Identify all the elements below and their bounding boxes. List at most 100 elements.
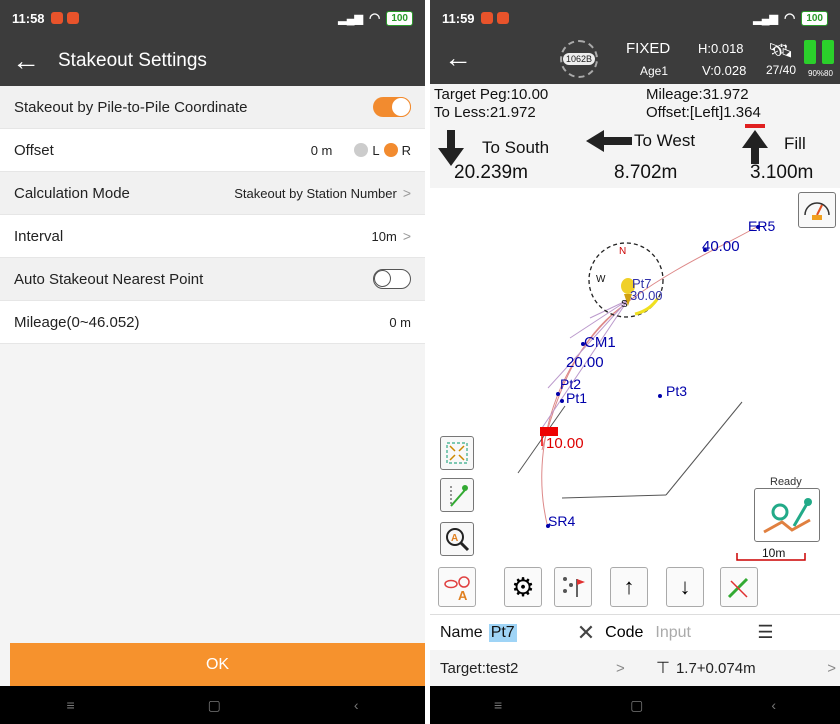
- direction-fill: Fill: [742, 124, 806, 164]
- back-icon[interactable]: ‹: [354, 697, 359, 713]
- auto-stakeout-toggle[interactable]: [373, 269, 411, 289]
- code-list-icon[interactable]: ☰: [757, 622, 773, 643]
- battery-icon: 100: [386, 10, 413, 26]
- battery-bar-icon: [822, 40, 834, 64]
- offset-value[interactable]: 0 m: [311, 143, 333, 158]
- mileage-row[interactable]: Mileage(0~46.052) 0 m: [0, 301, 425, 344]
- chevron-right-icon: >: [616, 659, 625, 677]
- level-gauge-button[interactable]: [798, 192, 836, 228]
- diff-age: Age1: [640, 64, 669, 78]
- point-label-pt1: Pt1: [566, 390, 588, 406]
- name-label: Name: [440, 623, 483, 641]
- back-icon[interactable]: ‹: [771, 697, 776, 713]
- compass-north: N: [619, 246, 627, 257]
- stakeout-settings-screen: 11:58 ▂▄▆ ◠ 100 ← Stakeout Settings Stak…: [0, 0, 425, 724]
- previous-point-button[interactable]: ↑: [610, 567, 648, 607]
- pile-to-pile-toggle[interactable]: [373, 97, 411, 117]
- status-time: 11:58: [12, 10, 45, 26]
- direction-west: To West: [586, 130, 695, 152]
- stake-pen-button[interactable]: [720, 567, 758, 607]
- page-title: Stakeout Settings: [58, 50, 207, 71]
- scale-label: 10m: [762, 546, 786, 560]
- calculation-mode-row[interactable]: Calculation Mode Stakeout by Station Num…: [0, 172, 425, 215]
- svg-text:A: A: [451, 533, 458, 544]
- clear-name-icon[interactable]: ✕: [577, 620, 595, 646]
- search-point-button[interactable]: A: [440, 522, 474, 556]
- solution-status: FIXED: [626, 40, 671, 57]
- point-select-button[interactable]: A: [438, 567, 476, 607]
- left-radio[interactable]: [354, 143, 369, 157]
- settings-button[interactable]: ⚙: [504, 567, 542, 607]
- status-bar: 11:58 ▂▄▆ ◠ 100: [0, 0, 425, 36]
- direction-south-label: To South: [482, 138, 550, 157]
- interval-row[interactable]: Interval 10m >: [0, 215, 425, 258]
- antenna-height-value[interactable]: 1.7+0.074m: [676, 660, 756, 677]
- arrow-up-fill-icon: [742, 124, 768, 164]
- right-radio-label: R: [401, 142, 411, 158]
- calculation-mode-label: Calculation Mode: [14, 184, 130, 202]
- polyline-segment: [665, 401, 743, 496]
- point-label-sr4: SR4: [548, 513, 576, 529]
- compass-west: W: [596, 274, 606, 285]
- notification-icon: [50, 12, 63, 24]
- stakeout-info-panel: Target Peg:10.00 To Less:21.972 Mileage:…: [430, 84, 840, 188]
- stake-points-button[interactable]: [554, 567, 592, 607]
- stakeout-screen: 11:59 ▂▄▆ ◠ 100 ← 1062B FIXED Age1 H:0.0…: [430, 0, 840, 724]
- satellite-icon: 🛰: [768, 40, 794, 62]
- station-label-40: 40.00: [702, 238, 740, 255]
- stakeout-map[interactable]: ER5 40.00 Pt7 30.00 N W S CM1 20.00 Pt2 …: [430, 188, 840, 614]
- to-less: To Less:21.972: [434, 104, 536, 121]
- target-bar: Target:test2 > ⊤ 1.7+0.074m >: [430, 650, 840, 686]
- chevron-right-icon: >: [402, 185, 411, 201]
- h-precision: H:0.018: [698, 41, 744, 56]
- zoom-extents-button[interactable]: [440, 436, 474, 470]
- status-bar: 11:59 ▂▄▆ ◠ 100: [430, 0, 840, 36]
- home-icon[interactable]: ▢: [208, 697, 221, 714]
- menu-icon[interactable]: ≡: [494, 697, 502, 713]
- pile-to-pile-row[interactable]: Stakeout by Pile-to-Pile Coordinate: [0, 86, 425, 129]
- wifi-icon: ◠: [368, 10, 381, 25]
- measure-tool-button[interactable]: [440, 478, 474, 512]
- auto-stakeout-label: Auto Stakeout Nearest Point: [14, 270, 204, 288]
- battery-bar-icon: [804, 40, 816, 64]
- back-arrow-icon[interactable]: ←: [444, 44, 472, 72]
- system-nav-bar: ≡ ▢ ‹: [0, 686, 425, 724]
- satellite-dial[interactable]: 1062B: [560, 40, 598, 78]
- auto-stakeout-ready-button[interactable]: [754, 488, 820, 542]
- alignment-line: [541, 224, 761, 451]
- gear-icon: ⚙: [511, 571, 535, 602]
- code-label: Code: [605, 623, 644, 641]
- pile-to-pile-label: Stakeout by Pile-to-Pile Coordinate: [14, 98, 248, 116]
- measure-icon: [450, 485, 468, 507]
- back-arrow-icon[interactable]: ←: [12, 47, 40, 75]
- mileage-label: Mileage(0~46.052): [14, 313, 140, 331]
- stake-pen-icon: [727, 577, 749, 599]
- point-label-cm1: CM1: [584, 334, 616, 351]
- target-name[interactable]: Target:test2: [440, 660, 616, 677]
- expand-icon: [446, 442, 468, 464]
- name-input[interactable]: Pt7: [488, 623, 517, 642]
- auto-stakeout-row[interactable]: Auto Stakeout Nearest Point: [0, 258, 425, 301]
- station-label-30: 30.00: [630, 288, 663, 303]
- next-point-button[interactable]: ↓: [666, 567, 704, 607]
- offset-label: Offset: [14, 141, 54, 159]
- arrow-left-icon: [586, 130, 632, 152]
- code-input[interactable]: Input: [655, 624, 735, 642]
- stakeout-map-icon: [763, 498, 812, 534]
- direction-west-label: To West: [634, 131, 696, 150]
- station-label-10: 10.00: [546, 435, 584, 452]
- signal-icon: ▂▄▆: [753, 12, 778, 25]
- mileage-value[interactable]: 0 m: [389, 315, 411, 330]
- wifi-icon: ◠: [783, 10, 796, 25]
- notification-icon: [66, 12, 79, 24]
- ok-button[interactable]: OK: [10, 643, 425, 686]
- battery-icon: 100: [801, 10, 828, 26]
- south-distance: 20.239m: [454, 162, 528, 183]
- home-icon[interactable]: ▢: [630, 697, 643, 714]
- ready-status: Ready: [770, 476, 802, 488]
- search-icon: A: [446, 528, 470, 552]
- right-radio[interactable]: [383, 143, 398, 157]
- menu-icon[interactable]: ≡: [66, 697, 74, 713]
- gauge-icon: [804, 202, 830, 220]
- target-peg: Target Peg:10.00: [434, 86, 549, 103]
